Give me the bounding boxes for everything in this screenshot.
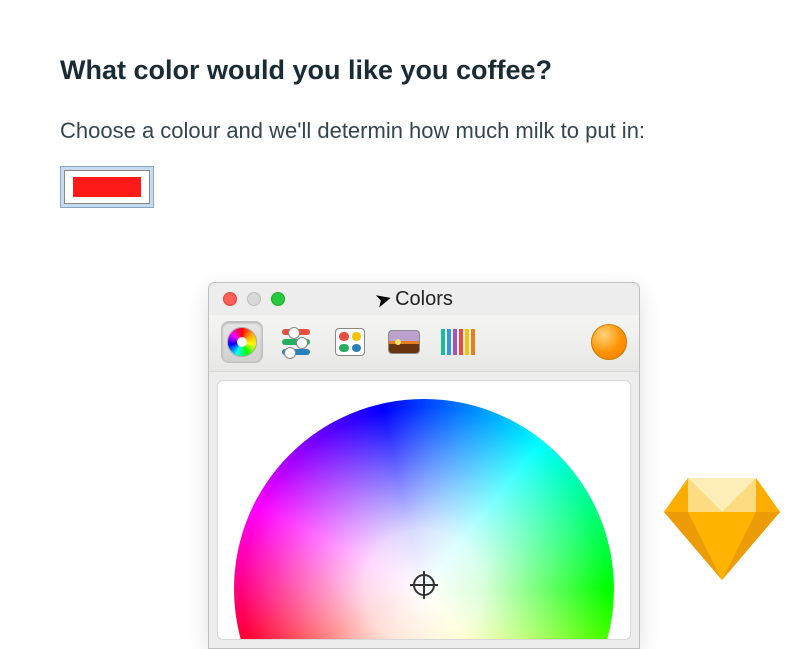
window-titlebar[interactable]: ➤ Colors	[209, 283, 639, 315]
tab-color-wheel[interactable]	[221, 321, 263, 363]
current-color-preview[interactable]	[591, 324, 627, 360]
window-minimize-button[interactable]	[247, 292, 261, 306]
tab-image-palettes[interactable]	[383, 321, 425, 363]
selected-color-swatch	[73, 177, 141, 197]
sketch-logo-icon	[662, 472, 782, 582]
color-picker-toolbar	[209, 315, 639, 372]
page-description: Choose a colour and we'll determin how m…	[60, 114, 700, 148]
image-palette-icon	[388, 330, 420, 354]
page-heading: What color would you like you coffee?	[60, 55, 740, 86]
tab-color-palettes[interactable]	[329, 321, 371, 363]
pencils-icon	[441, 329, 475, 355]
sliders-icon	[282, 329, 310, 355]
tab-color-sliders[interactable]	[275, 321, 317, 363]
color-wheel-icon	[227, 327, 257, 357]
color-wheel[interactable]	[234, 399, 614, 640]
tab-pencils[interactable]	[437, 321, 479, 363]
colors-window: ➤ Colors	[208, 282, 640, 649]
window-zoom-button[interactable]	[271, 292, 285, 306]
window-close-button[interactable]	[223, 292, 237, 306]
color-wheel-panel	[217, 380, 631, 640]
cursor-icon: ➤	[372, 285, 395, 313]
palette-icon	[335, 328, 365, 356]
color-wheel-cursor[interactable]	[413, 574, 435, 596]
color-input[interactable]	[60, 166, 154, 208]
